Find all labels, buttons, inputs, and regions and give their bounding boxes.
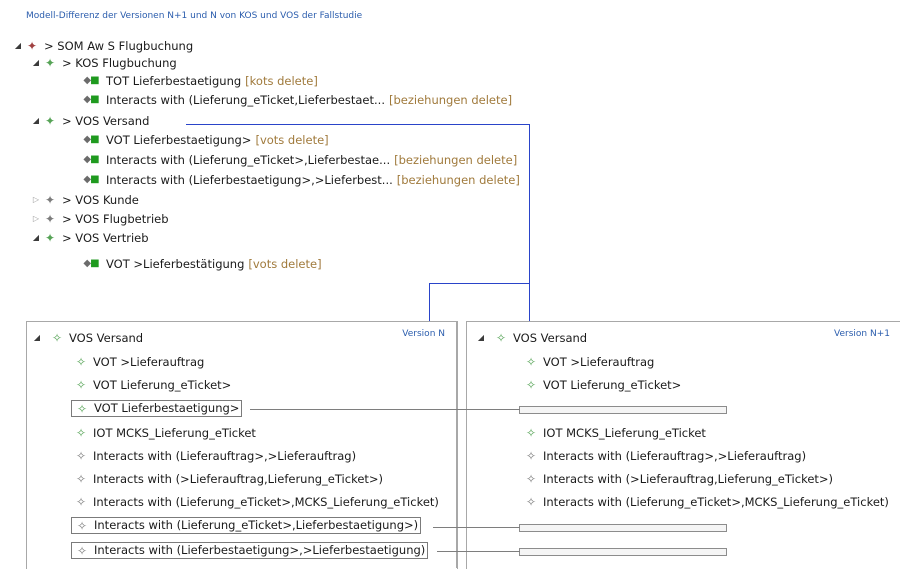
- expand-toggle-icon[interactable]: ▷: [30, 211, 42, 227]
- list-item[interactable]: ✧ IOT MCKS_Lieferung_eTicket: [73, 425, 256, 441]
- node-icon: ✧: [525, 472, 537, 486]
- list-item-changed[interactable]: ✧ Interacts with (Lieferung_eTicket>,Lie…: [71, 517, 422, 534]
- node-icon: ✧: [76, 543, 88, 558]
- node-icon: ✧: [75, 495, 87, 509]
- expand-toggle-icon[interactable]: ◢: [30, 55, 42, 71]
- tree-node-vos-vertrieb[interactable]: ◢ ✦ > VOS Vertrieb: [30, 230, 149, 246]
- list-item[interactable]: ✧ Interacts with (>Lieferauftrag,Lieferu…: [73, 471, 383, 487]
- node-icon: ✧: [495, 331, 507, 345]
- node-icon: ✧: [525, 378, 537, 392]
- list-item[interactable]: ✧ VOT >Lieferauftrag: [523, 354, 654, 370]
- list-item[interactable]: ✧ IOT MCKS_Lieferung_eTicket: [523, 425, 706, 441]
- diff-node-icon: ✦: [44, 56, 56, 70]
- tree-item-delete[interactable]: ◆■ VOT >Lieferbestätigung [vots delete]: [80, 256, 322, 272]
- change-tag: [vots delete]: [248, 257, 322, 271]
- diff-node-icon: ✦: [44, 231, 56, 245]
- change-tag: [beziehungen delete]: [394, 153, 518, 167]
- tree-node-vos-versand[interactable]: ◢ ✦ > VOS Versand: [30, 113, 149, 129]
- node-icon: ✧: [525, 426, 537, 440]
- delete-diff-icon: ◆■: [83, 134, 99, 145]
- tree-node-label: > VOS Vertrieb: [62, 231, 149, 245]
- tree-item-delete[interactable]: ◆■ Interacts with (Lieferung_eTicket>,Li…: [80, 152, 517, 168]
- node-icon: ✧: [525, 495, 537, 509]
- diff-node-icon: ✦: [44, 193, 56, 207]
- panel-root-node[interactable]: ◢ ✧ VOS Versand: [475, 330, 587, 346]
- list-item[interactable]: ✧ Interacts with (Lieferung_eTicket>,MCK…: [73, 494, 439, 510]
- connector-line: [529, 124, 530, 322]
- tree-node-vos-kunde[interactable]: ▷ ✦ > VOS Kunde: [30, 192, 139, 208]
- diff-node-icon: ✦: [44, 114, 56, 128]
- list-item[interactable]: ✧ Interacts with (Lieferung_eTicket>,MCK…: [523, 494, 889, 510]
- expand-toggle-icon[interactable]: ◢: [31, 330, 43, 346]
- change-tag: [kots delete]: [245, 74, 318, 88]
- panel-divider: [456, 321, 457, 568]
- tree-item-delete[interactable]: ◆■ TOT Lieferbestaetigung [kots delete]: [80, 73, 318, 89]
- list-item[interactable]: ✧ Interacts with (>Lieferauftrag,Lieferu…: [523, 471, 833, 487]
- list-item[interactable]: ✧ Interacts with (Lieferauftrag>,>Liefer…: [73, 448, 356, 464]
- panel-root-node[interactable]: ◢ ✧ VOS Versand: [31, 330, 143, 346]
- tree-item-delete[interactable]: ◆■ Interacts with (Lieferbestaetigung>,>…: [80, 172, 520, 188]
- deleted-placeholder-bar: [519, 548, 727, 556]
- deleted-placeholder-bar: [519, 524, 727, 532]
- match-connector-line: [433, 527, 520, 528]
- delete-diff-icon: ◆■: [83, 75, 99, 86]
- diff-node-icon: ✦: [26, 39, 38, 53]
- node-icon: ✧: [75, 378, 87, 392]
- delete-diff-icon: ◆■: [83, 154, 99, 165]
- tree-node-label: > KOS Flugbuchung: [62, 56, 177, 70]
- diff-node-icon: ✦: [44, 212, 56, 226]
- node-icon: ✧: [51, 331, 63, 345]
- list-item[interactable]: ✧ VOT Lieferung_eTicket>: [73, 377, 231, 393]
- expand-toggle-icon[interactable]: ◢: [12, 38, 24, 54]
- expand-toggle-icon[interactable]: ◢: [30, 230, 42, 246]
- connector-line: [186, 124, 530, 125]
- tree-node-label: > SOM Aw S Flugbuchung: [44, 39, 194, 53]
- list-item[interactable]: ✧ Interacts with (Lieferauftrag>,>Liefer…: [523, 448, 806, 464]
- connector-line: [429, 283, 530, 284]
- node-icon: ✧: [76, 401, 88, 416]
- tree-node-label: > VOS Kunde: [62, 193, 139, 207]
- node-icon: ✧: [525, 355, 537, 369]
- node-icon: ✧: [75, 426, 87, 440]
- tree-node-label: > VOS Flugbetrieb: [62, 212, 169, 226]
- tree-item-delete[interactable]: ◆■ Interacts with (Lieferung_eTicket,Lie…: [80, 92, 512, 108]
- expand-toggle-icon[interactable]: ▷: [30, 192, 42, 208]
- expand-toggle-icon[interactable]: ◢: [475, 330, 487, 346]
- version-n-panel: Version N ◢ ✧ VOS Versand ✧ VOT >Liefera…: [26, 321, 458, 569]
- tree-node-root[interactable]: ◢ ✦ > SOM Aw S Flugbuchung: [12, 38, 193, 54]
- node-icon: ✧: [75, 472, 87, 486]
- list-item-changed[interactable]: ✧ VOT Lieferbestaetigung>: [71, 400, 243, 417]
- version-label: Version N+1: [834, 329, 890, 339]
- tree-node-label: > VOS Versand: [62, 114, 150, 128]
- match-connector-line: [437, 551, 520, 552]
- change-tag: [beziehungen delete]: [396, 173, 520, 187]
- change-tag: [beziehungen delete]: [388, 93, 513, 107]
- match-connector-line: [250, 409, 520, 410]
- connector-line: [429, 283, 430, 322]
- list-item[interactable]: ✧ VOT >Lieferauftrag: [73, 354, 204, 370]
- list-item[interactable]: ✧ VOT Lieferung_eTicket>: [523, 377, 681, 393]
- node-icon: ✧: [75, 449, 87, 463]
- tree-node-vos-flugbetrieb[interactable]: ▷ ✦ > VOS Flugbetrieb: [30, 211, 169, 227]
- node-icon: ✧: [525, 449, 537, 463]
- expand-toggle-icon[interactable]: ◢: [30, 113, 42, 129]
- tree-item-delete[interactable]: ◆■ VOT Lieferbestaetigung> [vots delete]: [80, 132, 329, 148]
- change-tag: [vots delete]: [255, 133, 329, 147]
- version-label: Version N: [402, 329, 445, 339]
- delete-diff-icon: ◆■: [83, 94, 99, 105]
- delete-diff-icon: ◆■: [83, 174, 99, 185]
- deleted-placeholder-bar: [519, 406, 727, 414]
- node-icon: ✧: [76, 518, 88, 533]
- tree-node-kos[interactable]: ◢ ✦ > KOS Flugbuchung: [30, 55, 177, 71]
- list-item-changed[interactable]: ✧ Interacts with (Lieferbestaetigung>,>L…: [71, 542, 429, 559]
- delete-diff-icon: ◆■: [83, 258, 99, 269]
- node-icon: ✧: [75, 355, 87, 369]
- diff-caption: Modell-Differenz der Versionen N+1 und N…: [26, 11, 363, 21]
